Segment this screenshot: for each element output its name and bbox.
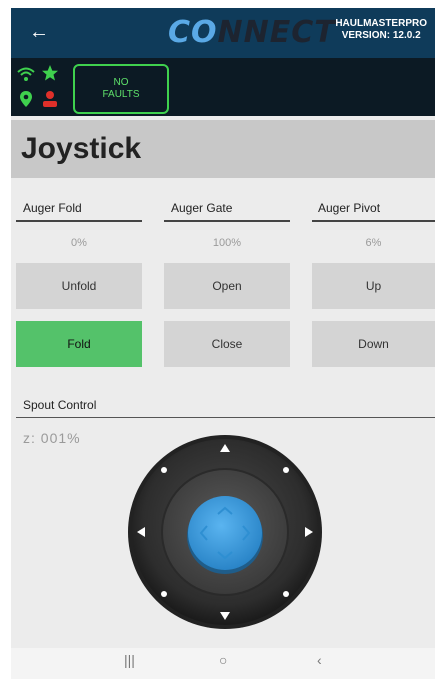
- open-button[interactable]: Open: [164, 263, 290, 309]
- fold-button[interactable]: Fold: [16, 321, 142, 367]
- recents-button[interactable]: |||: [124, 652, 135, 668]
- unfold-button[interactable]: Unfold: [16, 263, 142, 309]
- brand-version: HAULMASTERPRO VERSION: 12.0.2: [335, 18, 427, 42]
- divider: [164, 220, 290, 222]
- auger-fold-percent: 0%: [71, 237, 87, 249]
- app-header: ← CONNECT HAULMASTERPRO VERSION: 12.0.2: [11, 8, 435, 58]
- divider: [16, 220, 142, 222]
- connect-logo: CONNECT: [168, 15, 336, 50]
- faults-indicator[interactable]: NO FAULTS: [73, 64, 169, 114]
- divider: [16, 417, 435, 418]
- down-button[interactable]: Down: [312, 321, 435, 367]
- app-screen: ← CONNECT HAULMASTERPRO VERSION: 12.0.2 …: [11, 8, 435, 679]
- auger-gate-percent: 100%: [212, 237, 242, 249]
- diagonal-dot-icon: [283, 467, 289, 473]
- auger-fold-label: Auger Fold: [23, 201, 82, 215]
- system-nav-bar: ||| ○ ‹: [11, 648, 435, 679]
- up-button[interactable]: Up: [312, 263, 435, 309]
- faults-line2: FAULTS: [102, 89, 140, 100]
- arrow-left-icon[interactable]: ←: [29, 18, 49, 46]
- auger-pivot-percent: 6%: [365, 237, 382, 249]
- brand-name: HAULMASTERPRO: [335, 18, 427, 29]
- star-icon: [42, 65, 58, 81]
- location-pin-icon: [20, 91, 32, 107]
- diagonal-dot-icon: [161, 591, 167, 597]
- joystick[interactable]: [127, 432, 323, 632]
- page-title: Joystick: [21, 132, 142, 165]
- diagonal-dot-icon: [283, 591, 289, 597]
- status-bar: NO FAULTS: [11, 58, 435, 116]
- home-button[interactable]: ○: [219, 652, 227, 668]
- close-button[interactable]: Close: [164, 321, 290, 367]
- z-readout: z: 001%: [23, 430, 81, 446]
- faults-line1: NO: [113, 77, 129, 88]
- wifi-icon: [17, 67, 35, 81]
- title-bar: Joystick: [11, 120, 435, 178]
- divider: [312, 220, 435, 222]
- nav-back-button[interactable]: ‹: [317, 652, 322, 668]
- auger-gate-label: Auger Gate: [171, 201, 233, 215]
- version-text: VERSION: 12.0.2: [341, 30, 421, 41]
- auger-pivot-label: Auger Pivot: [318, 201, 381, 215]
- spout-control-label: Spout Control: [23, 398, 97, 412]
- person-icon: [43, 91, 57, 107]
- diagonal-dot-icon: [161, 467, 167, 473]
